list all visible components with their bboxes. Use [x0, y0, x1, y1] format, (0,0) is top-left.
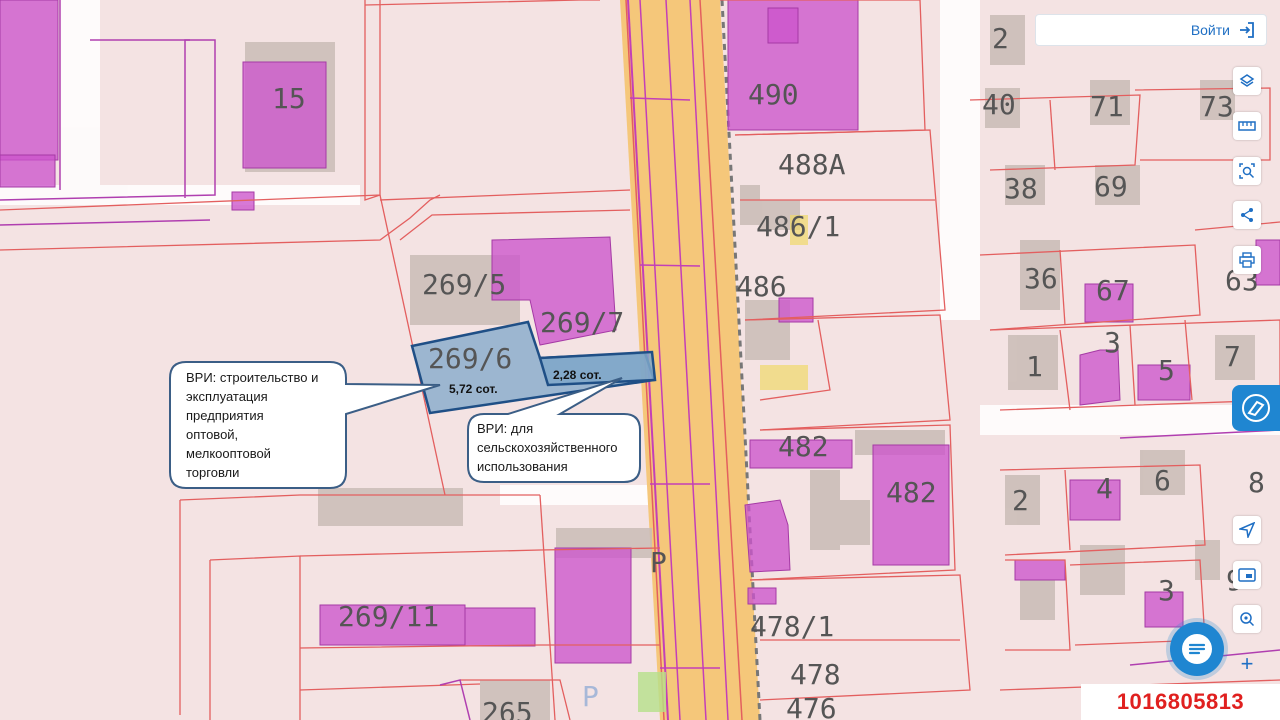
- parcel-label-265: 265: [482, 696, 533, 720]
- login-icon: [1240, 22, 1254, 38]
- cadastral-map[interactable]: 15 490 488А 486/1 486 482 482 478/1 478 …: [0, 0, 1280, 720]
- callout-left-text: ВРИ: строительство и эксплуатация предпр…: [186, 370, 319, 480]
- parcel-label-69: 69: [1094, 170, 1128, 203]
- parking-label-1: P: [650, 546, 667, 579]
- parcel-label-40: 40: [982, 88, 1016, 121]
- parcel-label-269-7: 269/7: [540, 306, 624, 339]
- parcel-label-6: 6: [1154, 464, 1171, 497]
- ruler-icon: [1238, 121, 1256, 131]
- parcel-label-38: 38: [1004, 172, 1038, 205]
- parcel-label-486-1: 486/1: [756, 210, 840, 243]
- callout-right-text: ВРИ: для сельскохозяйственного использов…: [477, 421, 618, 474]
- print-button[interactable]: [1233, 246, 1261, 274]
- area-label-right: 2,28 сот.: [553, 368, 602, 382]
- info-panel-tab[interactable]: [1232, 385, 1280, 431]
- parcel-label-4: 4: [1096, 472, 1113, 505]
- locate-button[interactable]: [1233, 605, 1261, 633]
- screenshot-button[interactable]: [1233, 561, 1261, 589]
- navigate-button[interactable]: [1233, 516, 1261, 544]
- locate-icon: [1240, 612, 1255, 627]
- parcel-label-478: 478: [790, 658, 841, 691]
- share-icon: [1241, 208, 1253, 222]
- parcel-label-3b: 3: [1158, 574, 1175, 607]
- parcel-label-15: 15: [272, 82, 306, 115]
- panel-logo-icon: [1242, 394, 1270, 422]
- parking-label-2: P: [582, 680, 599, 713]
- layers-button[interactable]: [1233, 67, 1261, 95]
- parcel-label-2b: 2: [1012, 484, 1029, 517]
- listing-id: 1016805813: [1081, 684, 1280, 720]
- share-button[interactable]: [1233, 201, 1261, 229]
- parcel-label-36: 36: [1024, 262, 1058, 295]
- parcel-label-269-6: 269/6: [428, 342, 512, 375]
- parcel-label-269-5: 269/5: [422, 268, 506, 301]
- zoom-in-label: +: [1240, 651, 1254, 676]
- parcel-label-67: 67: [1096, 274, 1130, 307]
- parcel-label-482a: 482: [778, 430, 829, 463]
- parcel-label-3a: 3: [1104, 326, 1121, 359]
- ruler-button[interactable]: [1233, 112, 1261, 140]
- parcel-label-2a: 2: [992, 22, 1009, 55]
- parcel-label-7: 7: [1224, 340, 1241, 373]
- parcel-label-71: 71: [1090, 90, 1124, 123]
- navigate-icon: [1239, 522, 1255, 538]
- login-label: Войти: [1190, 22, 1230, 38]
- parcel-label-73: 73: [1200, 90, 1234, 123]
- parcel-label-269-11: 269/11: [338, 600, 439, 633]
- parcel-label-8: 8: [1248, 466, 1265, 499]
- zoom-in-button[interactable]: +: [1233, 650, 1261, 678]
- area-label-left: 5,72 сот.: [449, 382, 498, 396]
- parcel-label-478-1: 478/1: [750, 610, 834, 643]
- area-search-icon: [1239, 163, 1255, 179]
- parcel-label-476: 476: [786, 692, 837, 720]
- area-search-button[interactable]: [1233, 157, 1261, 185]
- print-icon: [1239, 252, 1255, 268]
- parcel-label-1: 1: [1026, 350, 1043, 383]
- parcel-label-5: 5: [1158, 354, 1175, 387]
- chat-icon: [1182, 634, 1212, 664]
- layers-icon: [1239, 74, 1255, 87]
- parcel-label-482b: 482: [886, 476, 937, 509]
- screenshot-icon: [1238, 568, 1256, 582]
- login-button[interactable]: Войти: [1035, 14, 1267, 46]
- chat-button[interactable]: [1170, 622, 1224, 676]
- parcel-label-486: 486: [736, 270, 787, 303]
- parcel-label-490: 490: [748, 78, 799, 111]
- parcel-label-488a: 488А: [778, 148, 846, 181]
